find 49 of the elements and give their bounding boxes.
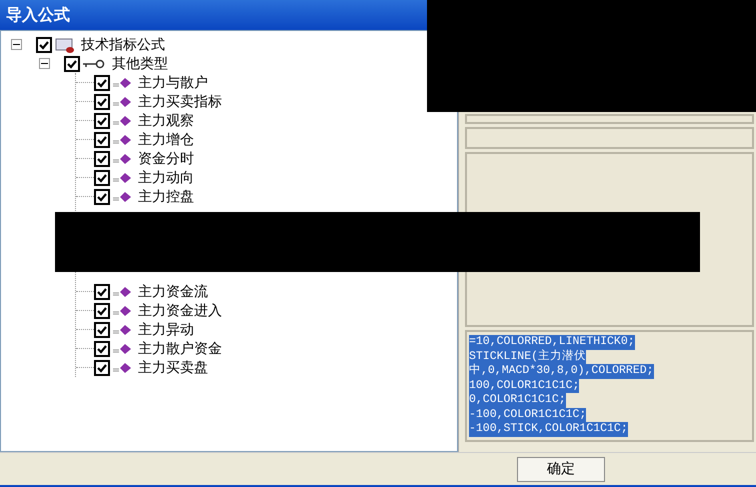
gem-icon bbox=[112, 190, 132, 202]
tree-item[interactable]: 主力与散户 bbox=[138, 74, 208, 92]
tree-item[interactable]: 主力控盘 bbox=[138, 188, 194, 206]
checkbox[interactable] bbox=[94, 284, 110, 300]
tree-item[interactable]: 主力散户资金 bbox=[138, 340, 222, 358]
checkbox[interactable] bbox=[94, 340, 110, 356]
tree-item[interactable]: 主力资金流 bbox=[138, 282, 208, 300]
key-icon bbox=[82, 58, 106, 68]
gem-icon bbox=[112, 342, 132, 354]
checkbox[interactable] bbox=[94, 74, 110, 90]
gem-icon bbox=[112, 362, 132, 374]
gem-icon bbox=[112, 286, 132, 298]
gem-icon bbox=[112, 96, 132, 108]
text-field[interactable] bbox=[465, 114, 754, 124]
gem-icon bbox=[112, 76, 132, 88]
tree-item[interactable]: 主力增仓 bbox=[138, 130, 194, 148]
tree-item[interactable]: 主力异动 bbox=[138, 320, 194, 338]
collapse-icon[interactable] bbox=[39, 58, 50, 69]
tree-item[interactable]: 技术指标公式 bbox=[81, 36, 165, 54]
checkbox[interactable] bbox=[94, 112, 110, 128]
tree-item[interactable]: 资金分时 bbox=[138, 150, 194, 168]
gem-icon bbox=[112, 114, 132, 126]
tree-item[interactable]: 主力动向 bbox=[138, 168, 194, 186]
text-field[interactable] bbox=[465, 127, 754, 149]
tree-item[interactable]: 主力买卖盘 bbox=[138, 358, 208, 376]
formula-editor[interactable]: =10,COLORRED,LINETHICK0; STICKLINE(主力潜伏 中,0,MACD*30,8,0),COLORRED; 100,COLOR1C1C1C; 0,COLOR1C1C1C; -100,COLOR1C1C1C; -100,STICK,COLOR1C1C1C; bbox=[465, 330, 754, 442]
checkbox[interactable] bbox=[94, 170, 110, 186]
tree-item[interactable]: 其他类型 bbox=[112, 54, 168, 72]
gem-icon bbox=[112, 324, 132, 336]
tree-item[interactable]: 主力资金进入 bbox=[138, 302, 222, 320]
checkbox[interactable] bbox=[64, 56, 80, 72]
window-title: 导入公式 bbox=[6, 4, 70, 26]
checkbox[interactable] bbox=[94, 188, 110, 204]
checkbox[interactable] bbox=[94, 302, 110, 318]
checkbox[interactable] bbox=[94, 150, 110, 166]
collapse-icon[interactable] bbox=[11, 39, 22, 50]
checkbox[interactable] bbox=[36, 36, 52, 52]
gem-icon bbox=[112, 172, 132, 184]
window-icon bbox=[55, 36, 75, 52]
checkbox[interactable] bbox=[94, 360, 110, 376]
gem-icon bbox=[112, 152, 132, 164]
ok-button[interactable]: 确定 bbox=[517, 456, 605, 482]
gem-icon bbox=[112, 134, 132, 146]
checkbox[interactable] bbox=[94, 94, 110, 110]
tree-item[interactable]: 主力观察 bbox=[138, 112, 194, 130]
tree-item[interactable]: 主力买卖指标 bbox=[138, 92, 222, 110]
gem-icon bbox=[112, 304, 132, 316]
checkbox[interactable] bbox=[94, 322, 110, 338]
checkbox[interactable] bbox=[94, 132, 110, 148]
